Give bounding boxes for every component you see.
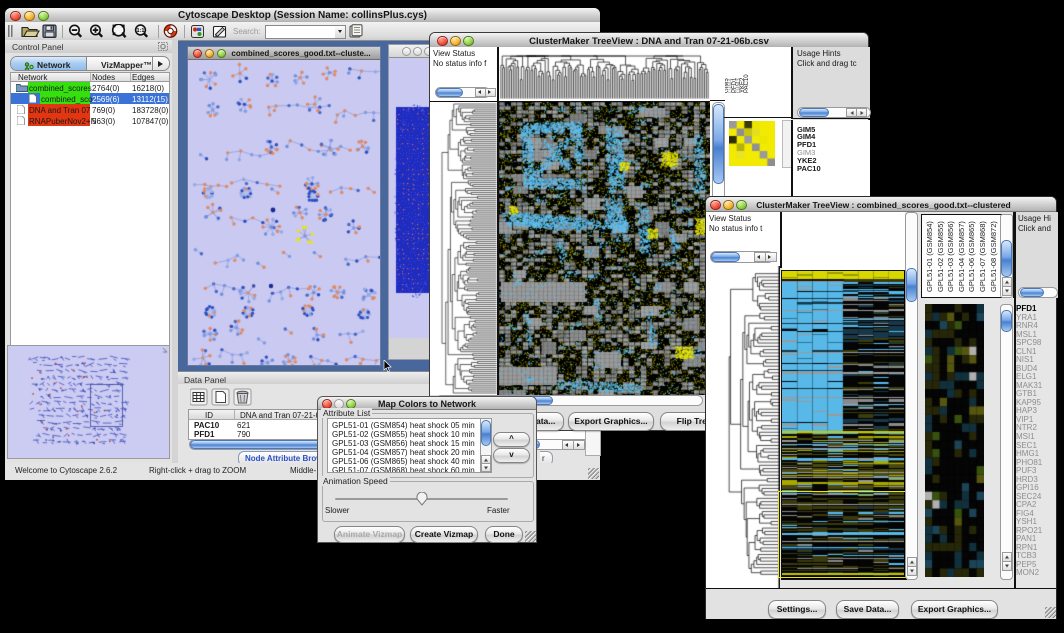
svg-text:1:1: 1:1: [137, 28, 145, 34]
